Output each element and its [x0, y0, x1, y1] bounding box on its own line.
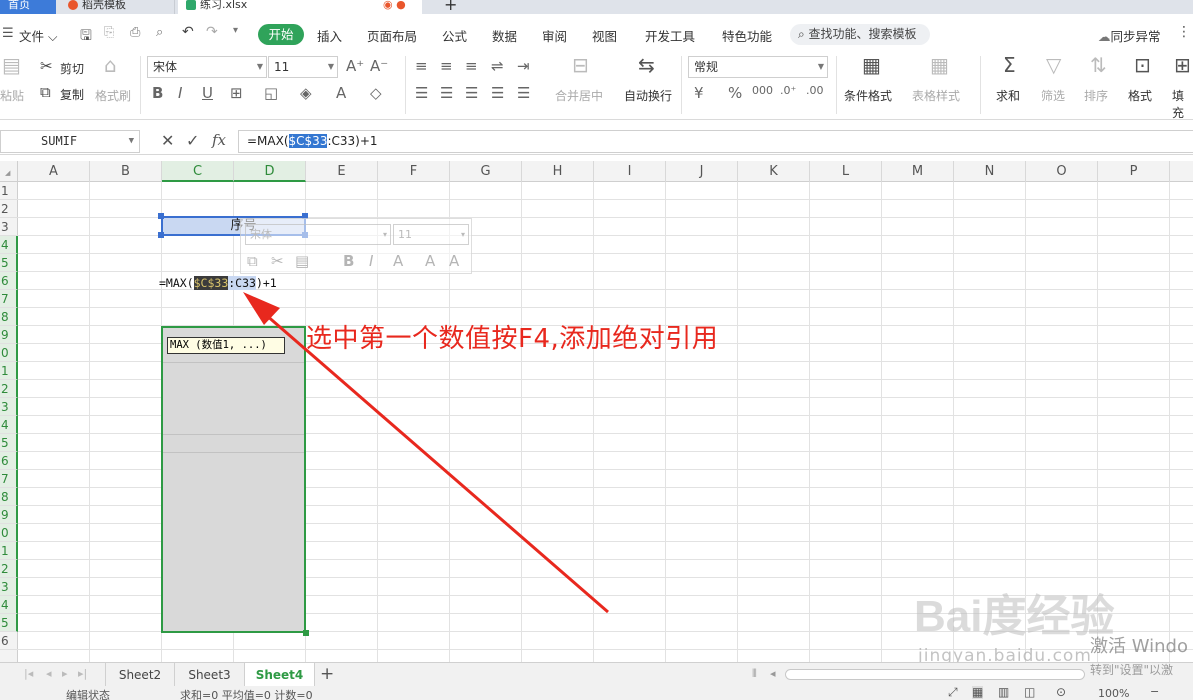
sheet-tab-sheet2[interactable]: Sheet2 — [105, 663, 175, 687]
prev-sheet-icon[interactable]: ◂ — [46, 667, 52, 680]
activation-notice: 激活 Windo — [1090, 636, 1188, 657]
fullscreen-icon[interactable]: ⤢ — [948, 686, 958, 700]
zoom-out-icon[interactable]: − — [1150, 686, 1159, 698]
first-sheet-icon[interactable]: |◂ — [24, 667, 33, 680]
scroll-left-icon[interactable]: ◂ — [770, 667, 776, 680]
activation-notice-detail: 转到"设置"以激 — [1090, 663, 1174, 677]
next-sheet-icon[interactable]: ▸ — [62, 667, 68, 680]
splitter-icon[interactable]: ⦀ — [752, 667, 757, 681]
zoom-level[interactable]: 100% — [1098, 687, 1129, 700]
page-break-icon[interactable]: ◫ — [1024, 686, 1035, 699]
add-sheet-icon[interactable]: + — [320, 664, 334, 684]
horizontal-scrollbar[interactable] — [785, 669, 1085, 680]
annotation-text: 选中第一个数值按F4,添加绝对引用 — [306, 324, 719, 354]
sheet-tab-bar: |◂ ◂ ▸ ▸| Sheet2 Sheet3 Sheet4 + ⦀ ◂ 转到"… — [0, 662, 1193, 687]
normal-view-icon[interactable]: ▦ — [972, 686, 984, 699]
status-bar: 编辑状态 求和=0 平均值=0 计数=0 ⤢ ▦ ▥ ◫ ⊙ 100% − — [0, 686, 1193, 700]
sheet-tab-sheet3[interactable]: Sheet3 — [175, 663, 245, 687]
baidu-watermark-logo: Bai度经验 — [914, 592, 1115, 641]
sheet-tab-sheet4[interactable]: Sheet4 — [245, 663, 315, 687]
selection-stats: 求和=0 平均值=0 计数=0 — [180, 689, 313, 700]
last-sheet-icon[interactable]: ▸| — [78, 667, 87, 680]
page-layout-icon[interactable]: ▥ — [998, 686, 1009, 699]
edit-mode-status: 编辑状态 — [66, 689, 110, 700]
eye-protection-icon[interactable]: ⊙ — [1056, 686, 1066, 699]
